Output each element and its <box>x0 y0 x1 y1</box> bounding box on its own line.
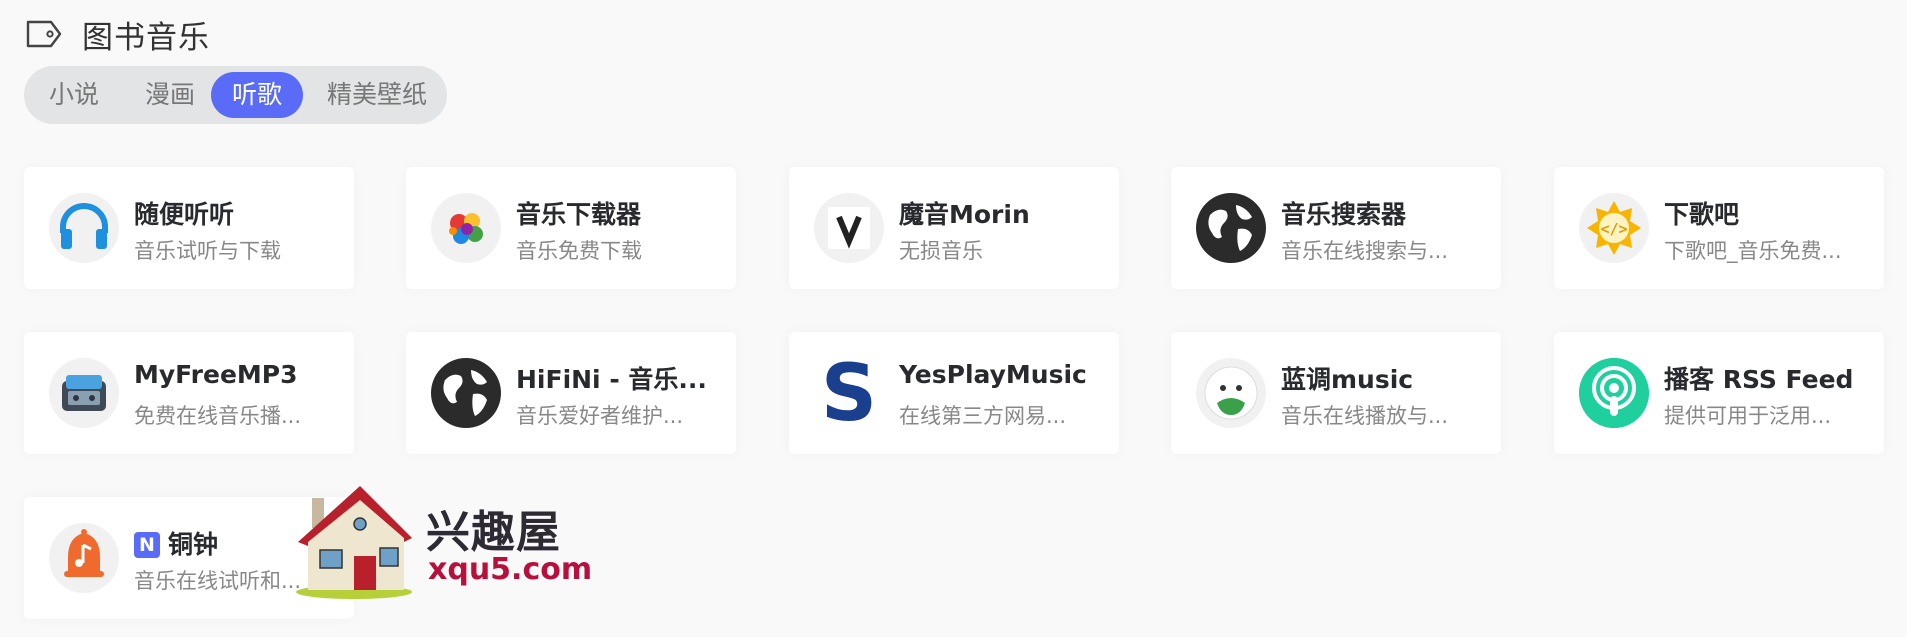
code-sun-icon: </> <box>1579 193 1649 263</box>
site-card-hifini[interactable]: HiFiNi - 音乐... 音乐爱好者维护... <box>406 332 736 454</box>
site-card-yesplaymusic[interactable]: S YesPlayMusic 在线第三方网易... <box>789 332 1119 454</box>
site-desc: 音乐试听与下载 <box>134 239 281 263</box>
tab-novel[interactable]: 小说 <box>36 72 112 118</box>
colorful-splash-icon <box>431 193 501 263</box>
watermark: 兴趣屋 xqu5.com <box>292 482 592 602</box>
category-tabs: 小说 漫画 听歌 精美壁纸 <box>24 66 447 124</box>
site-card-myfreemp3[interactable]: MyFreeMP3 免费在线音乐播... <box>24 332 354 454</box>
v-letter-icon <box>814 193 884 263</box>
site-name: 随便听听 <box>134 200 235 229</box>
svg-text:</>: </> <box>1600 220 1627 238</box>
site-desc: 在线第三方网易... <box>899 404 1067 428</box>
bell-note-icon <box>49 523 119 593</box>
tab-wallpaper[interactable]: 精美壁纸 <box>312 72 442 118</box>
s-letter-icon: S <box>814 358 884 428</box>
site-card-landiao[interactable]: 蓝调music 音乐在线播放与... <box>1171 332 1501 454</box>
site-name: 播客 RSS Feed <box>1664 365 1854 394</box>
watermark-subtitle: xqu5.com <box>428 552 593 587</box>
site-card-xiageba[interactable]: </> 下歌吧 下歌吧_音乐免费... <box>1554 167 1884 289</box>
site-desc: 音乐在线搜索与... <box>1281 239 1449 263</box>
smiley-face-icon <box>1196 358 1266 428</box>
site-card-morin[interactable]: 魔音Morin 无损音乐 <box>789 167 1119 289</box>
site-name: 下歌吧 <box>1664 200 1740 229</box>
site-card-downloader[interactable]: 音乐下载器 音乐免费下载 <box>406 167 736 289</box>
new-badge: N <box>134 532 160 558</box>
site-name: 魔音Morin <box>899 200 1030 229</box>
site-desc: 免费在线音乐播... <box>134 404 302 428</box>
house-logo <box>296 486 412 599</box>
site-desc: 无损音乐 <box>899 239 983 263</box>
tag-icon <box>25 18 65 50</box>
site-card-music-search[interactable]: 音乐搜索器 音乐在线搜索与... <box>1171 167 1501 289</box>
site-desc: 音乐在线播放与... <box>1281 404 1449 428</box>
music-box-icon <box>49 358 119 428</box>
site-desc: 音乐在线试听和... <box>134 569 302 593</box>
site-desc: 音乐爱好者维护... <box>516 404 684 428</box>
site-card-podcast-rss[interactable]: 播客 RSS Feed 提供可用于泛用... <box>1554 332 1884 454</box>
svg-text:S: S <box>821 358 877 428</box>
site-desc: 音乐免费下载 <box>516 239 642 263</box>
tab-comic[interactable]: 漫画 <box>116 72 224 118</box>
site-name: 蓝调music <box>1281 365 1414 394</box>
tab-music[interactable]: 听歌 <box>211 72 303 118</box>
site-name: MyFreeMP3 <box>134 360 298 389</box>
site-desc: 下歌吧_音乐免费... <box>1664 239 1842 263</box>
site-name: HiFiNi - 音乐... <box>516 365 707 394</box>
site-card-suibian[interactable]: 随便听听 音乐试听与下载 <box>24 167 354 289</box>
site-name: 音乐下载器 <box>516 200 642 229</box>
site-name-text: 铜钟 <box>168 530 219 559</box>
site-name: 音乐搜索器 <box>1281 200 1407 229</box>
watermark-title: 兴趣屋 <box>426 507 561 558</box>
podcast-icon <box>1579 358 1649 428</box>
globe-icon <box>1196 193 1266 263</box>
section-title: 图书音乐 <box>82 19 210 56</box>
headphones-icon <box>49 193 119 263</box>
site-desc: 提供可用于泛用... <box>1664 404 1832 428</box>
globe-icon <box>431 358 501 428</box>
section-header: 图书音乐 <box>25 14 210 56</box>
site-name: N 铜钟 <box>134 525 218 561</box>
site-name: YesPlayMusic <box>899 360 1087 389</box>
